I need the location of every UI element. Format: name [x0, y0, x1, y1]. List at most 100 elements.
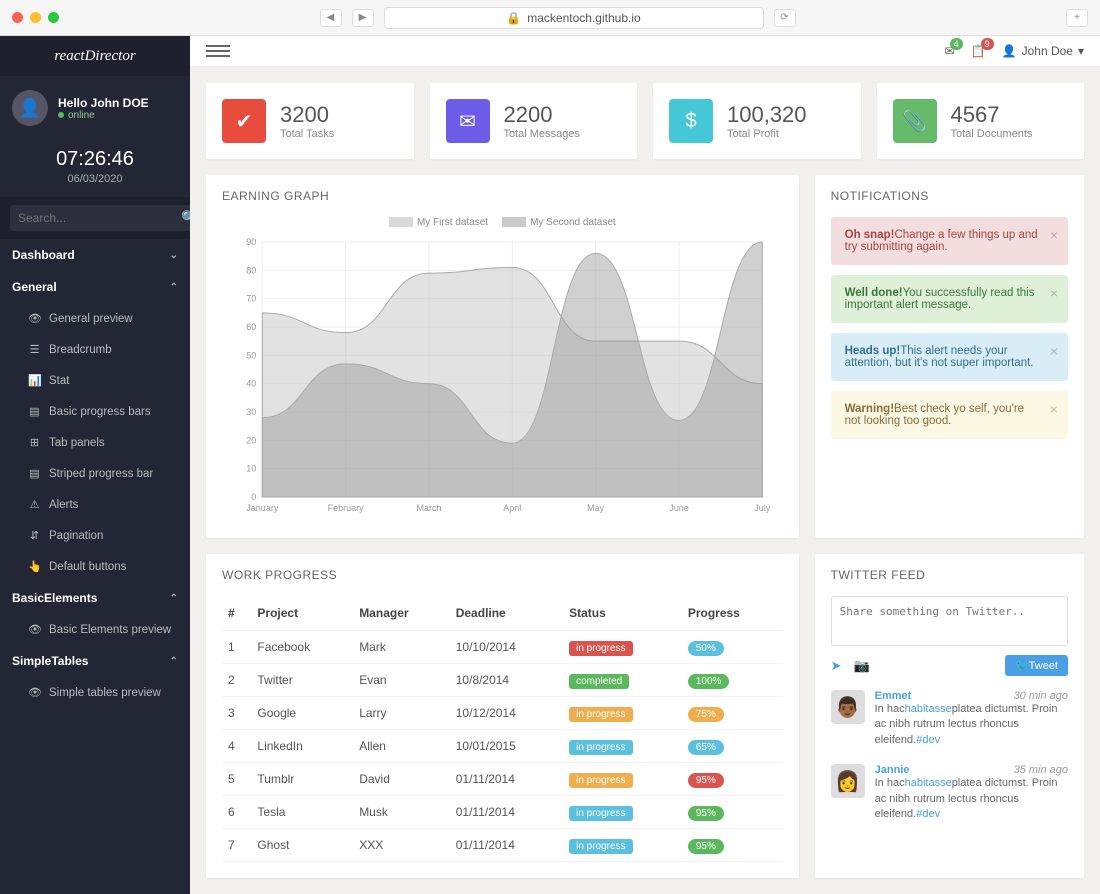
status-badge: completed [569, 674, 629, 689]
status-badge: in progress [569, 839, 632, 854]
panel-title: EARNING GRAPH [206, 175, 799, 217]
close-icon[interactable]: × [1050, 227, 1058, 243]
svg-text:40: 40 [246, 379, 256, 389]
table-header: Status [563, 596, 682, 631]
feed-hashtag[interactable]: #dev [916, 808, 940, 820]
stat-card: ✉2200Total Messages [430, 83, 638, 159]
sidebar-item[interactable]: 👁General preview [0, 303, 190, 334]
svg-text:February: February [328, 503, 365, 513]
topnav: ✉ 4 📋 9 👤 John Doe ▾ [190, 36, 1100, 67]
mail-button[interactable]: ✉ 4 [945, 44, 955, 58]
sidebar-cat-dashboard[interactable]: Dashboard ⌄ [0, 239, 190, 271]
table-row: 2TwitterEvan10/8/2014completed100% [222, 664, 783, 697]
camera-icon[interactable]: 📷 [854, 658, 870, 674]
chevron-down-icon: ⌄ [170, 250, 178, 261]
search-input[interactable] [10, 205, 181, 231]
panel-title: WORK PROGRESS [206, 554, 799, 596]
close-icon[interactable]: × [1050, 401, 1058, 417]
sidebar-cat-general[interactable]: General ⌃ [0, 271, 190, 303]
svg-text:April: April [503, 503, 521, 513]
close-window-button[interactable] [12, 12, 23, 23]
eye-icon: 👁 [28, 623, 41, 636]
stat-value: 2200 [504, 102, 580, 128]
alert-strong: Heads up! [845, 345, 901, 357]
maximize-window-button[interactable] [48, 12, 59, 23]
status-badge: in progress [569, 740, 632, 755]
feed-hashtag[interactable]: #dev [916, 734, 940, 746]
tab-icon: ⊞ [28, 436, 41, 449]
svg-text:July: July [754, 503, 771, 513]
feed-text: In hachabitasseplatea dictumst. Proin ac… [875, 776, 1068, 822]
minimize-window-button[interactable] [30, 12, 41, 23]
sidebar-cat-simpletables[interactable]: SimpleTables ⌃ [0, 645, 190, 677]
earning-chart: 0102030405060708090JanuaryFebruaryMarchA… [222, 232, 783, 522]
sidebar-item[interactable]: ⊞Tab panels [0, 427, 190, 458]
svg-text:70: 70 [246, 294, 256, 304]
avatar[interactable]: 👤 [12, 90, 48, 126]
url-bar[interactable]: 🔒 mackentoch.github.io [384, 7, 764, 29]
feed-text: In hachabitasseplatea dictumst. Proin ac… [875, 702, 1068, 748]
sidebar-cat-label: BasicElements [12, 591, 97, 605]
tweet-input[interactable] [831, 596, 1068, 646]
close-icon[interactable]: × [1050, 343, 1058, 359]
sidebar-item[interactable]: ▤Striped progress bar [0, 458, 190, 489]
new-tab-button[interactable]: + [1066, 9, 1088, 27]
sidebar-item-label: Default buttons [49, 561, 126, 573]
close-icon[interactable]: × [1050, 285, 1058, 301]
sidebar-item[interactable]: 👆 Default buttons [0, 551, 190, 582]
sidebar-item[interactable]: ☰Breadcrumb [0, 334, 190, 365]
stat-card: ✔3200Total Tasks [206, 83, 414, 159]
table-header: Manager [353, 596, 450, 631]
legend-item: My First dataset [417, 217, 488, 228]
sidebar-cat-basicelements[interactable]: BasicElements ⌃ [0, 582, 190, 614]
sidebar-cat-label: SimpleTables [12, 654, 88, 668]
svg-text:0: 0 [251, 492, 256, 502]
alert-warning: ×Warning!Best check yo self, you're not … [831, 391, 1068, 439]
stat-value: 3200 [280, 102, 334, 128]
hamburger-icon[interactable] [206, 45, 230, 57]
sidebar-item[interactable]: ▤Basic progress bars [0, 396, 190, 427]
chart-icon: 📊 [28, 374, 41, 387]
location-icon[interactable]: ➤ [831, 658, 842, 674]
progress-badge: 95% [688, 806, 724, 821]
notif-badge: 9 [981, 38, 994, 50]
refresh-icon[interactable]: ⟳ [774, 9, 796, 27]
table-row: 5TumblrDavid01/11/2014in progress95% [222, 763, 783, 796]
feed-author[interactable]: Emmet [875, 690, 912, 702]
progress-badge: 95% [688, 773, 724, 788]
feed-author[interactable]: Jannie [875, 764, 910, 776]
list-icon: ☰ [28, 343, 41, 356]
stat-card: 📎4567Total Documents [877, 83, 1085, 159]
table-row: 3GoogleLarry10/12/2014in progress75% [222, 697, 783, 730]
stat-label: Total Documents [951, 128, 1033, 140]
feed-link[interactable]: habitasse [905, 777, 952, 789]
progress-badge: 75% [688, 707, 724, 722]
notifications-button[interactable]: 📋 9 [971, 44, 986, 58]
alert-icon: ⚠ [28, 498, 41, 511]
clip-icon: 📎 [893, 99, 937, 143]
progress-badge: 50% [688, 641, 724, 656]
browser-back-icon[interactable]: ◀ [320, 9, 342, 27]
feed-link[interactable]: habitasse [905, 703, 952, 715]
lock-icon: 🔒 [506, 11, 521, 25]
hand-icon: 👆 [28, 560, 41, 573]
notifications-panel: NOTIFICATIONS ×Oh snap!Change a few thin… [815, 175, 1084, 538]
mail-icon: ✉ [446, 99, 490, 143]
sidebar-item[interactable]: ⇵Pagination [0, 520, 190, 551]
sidebar-item[interactable]: 👁Simple tables preview [0, 677, 190, 708]
sidebar-item[interactable]: ⚠Alerts [0, 489, 190, 520]
twitter-icon: 🐦 [1015, 660, 1029, 672]
sidebar-item[interactable]: 📊Stat [0, 365, 190, 396]
browser-forward-icon[interactable]: ▶ [352, 9, 374, 27]
sidebar-item[interactable]: 👁Basic Elements preview [0, 614, 190, 645]
sort-icon: ⇵ [28, 529, 41, 542]
feed-time: 35 min ago [1014, 764, 1068, 776]
eye-icon: 👁 [28, 312, 41, 325]
sidebar-cat-label: Dashboard [12, 248, 75, 262]
panel-title: TWITTER FEED [815, 554, 1084, 596]
tweet-button[interactable]: 🐦Tweet [1005, 655, 1068, 676]
clock-time: 07:26:46 [0, 148, 190, 171]
user-menu[interactable]: 👤 John Doe ▾ [1002, 44, 1084, 58]
panel-title: NOTIFICATIONS [815, 175, 1084, 217]
svg-text:March: March [416, 503, 441, 513]
